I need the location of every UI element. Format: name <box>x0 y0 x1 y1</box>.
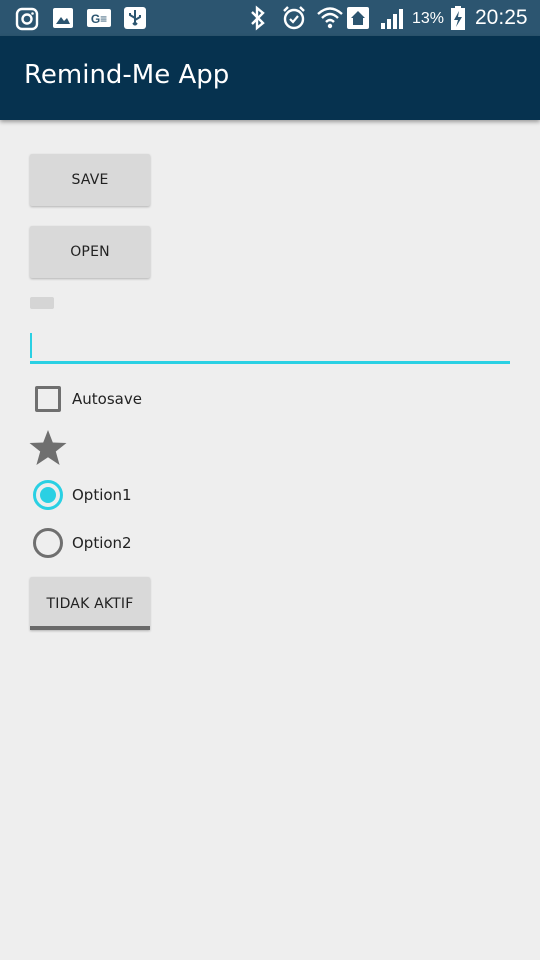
app-title: Remind-Me App <box>24 60 230 90</box>
svg-text:G≡: G≡ <box>91 12 107 26</box>
text-input-underline <box>30 361 510 364</box>
option2-label: Option2 <box>72 534 132 552</box>
signal-icon <box>381 9 403 29</box>
autosave-checkbox[interactable] <box>35 386 61 412</box>
option2-radio[interactable] <box>33 528 63 558</box>
instagram-icon <box>15 7 39 31</box>
text-cursor <box>30 333 32 358</box>
app-bar: Remind-Me App <box>0 36 540 120</box>
battery-icon <box>451 6 465 30</box>
usb-icon <box>124 7 146 29</box>
save-button[interactable]: SAVE <box>30 154 150 206</box>
gallery-icon <box>53 8 73 28</box>
status-bar: G≡ 13% 20:25 <box>0 0 540 36</box>
home-icon <box>347 7 369 29</box>
wifi-icon <box>317 7 343 29</box>
toggle-button[interactable]: TIDAK AKTIF <box>30 577 150 630</box>
option1-radio[interactable] <box>33 480 63 510</box>
clock: 20:25 <box>475 6 528 29</box>
battery-percent: 13% <box>412 10 445 27</box>
ge-icon: G≡ <box>87 9 111 27</box>
alarm-icon <box>283 6 305 30</box>
option1-label: Option1 <box>72 486 132 504</box>
bluetooth-icon <box>251 5 265 31</box>
star-icon[interactable] <box>28 429 68 467</box>
autosave-label: Autosave <box>72 390 142 408</box>
toggle-button-indicator <box>30 626 150 630</box>
open-button[interactable]: OPEN <box>30 226 150 278</box>
empty-view[interactable] <box>30 297 54 309</box>
